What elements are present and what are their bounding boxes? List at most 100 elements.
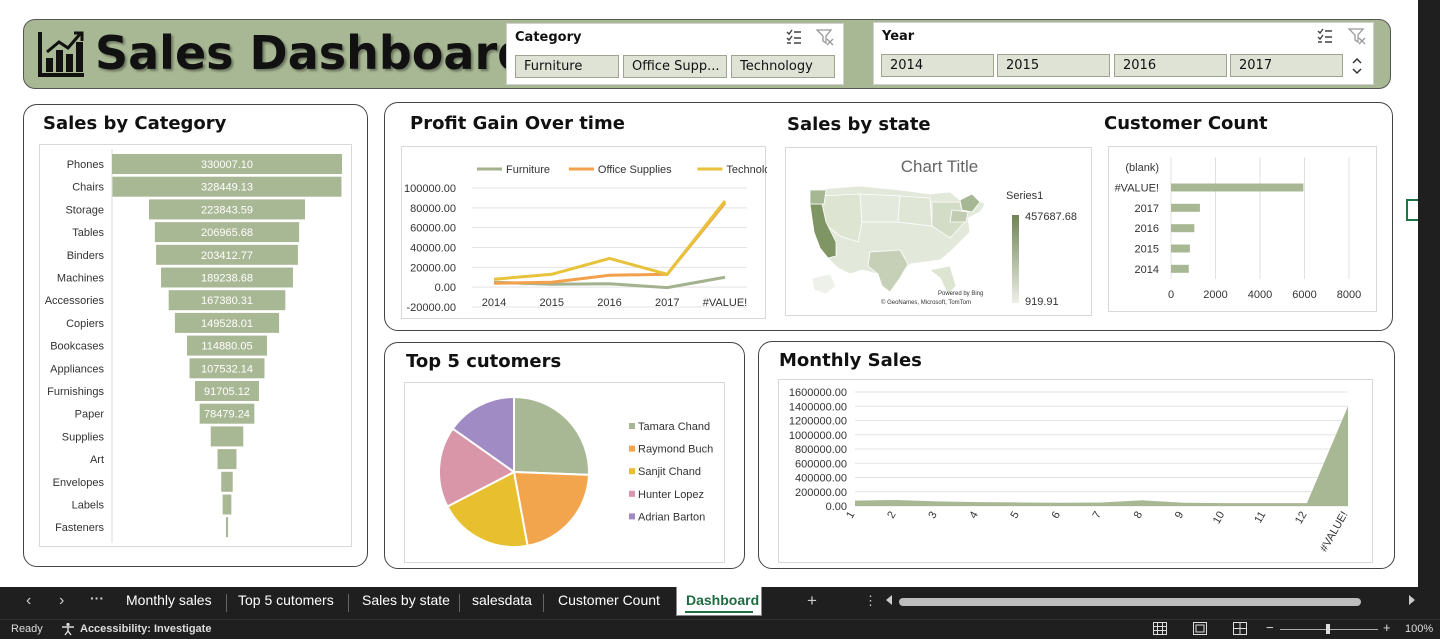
slicer-scroll-icon[interactable] [1350, 55, 1364, 77]
x-tick-label: 12 [1293, 510, 1310, 527]
zoom-in-button[interactable]: + [1383, 620, 1391, 635]
y-tick-label: 60000.00 [410, 223, 456, 235]
window-right-edge [1418, 0, 1440, 588]
top5-title: Top 5 cutomers [406, 351, 562, 372]
customer-count-plot: 0 2000 4000 6000 8000 (blank) #VALUE! 2017 2016 2… [1108, 146, 1377, 312]
category-label: Machines [57, 273, 105, 285]
year-slicer-title: Year [882, 29, 915, 44]
multi-select-icon[interactable] [1316, 27, 1334, 45]
slicer-item-2015[interactable]: 2015 [997, 54, 1110, 77]
page-break-icon[interactable] [1233, 622, 1247, 635]
clear-filter-icon[interactable] [1348, 27, 1366, 45]
hscroll-left-icon[interactable] [886, 595, 892, 605]
legend-label: Raymond Buch [638, 444, 713, 456]
category-label: Copiers [66, 318, 104, 330]
category-label: Accessories [45, 295, 105, 307]
funnel-data-label: 107532.14 [201, 363, 253, 375]
tab-separator [543, 594, 544, 612]
y-tick-label: 1600000.00 [789, 387, 847, 399]
x-tick-label: 7 [1091, 510, 1104, 521]
multi-select-icon[interactable] [785, 28, 803, 46]
category-label: Appliances [50, 363, 104, 375]
legend-label: Hunter Lopez [638, 489, 704, 501]
category-label: Tables [72, 227, 104, 239]
status-accessibility[interactable]: Accessibility: Investigate [80, 623, 211, 635]
category-label: Phones [67, 159, 105, 171]
y-tick-label: -20000.00 [406, 302, 456, 314]
tab-separator [459, 594, 460, 612]
x-tick-label: 11 [1252, 510, 1268, 526]
funnel-data-label: 167380.31 [201, 295, 253, 307]
funnel-data-label: 223843.59 [201, 204, 253, 216]
horizontal-scrollbar[interactable] [899, 598, 1361, 606]
x-tick-label: 6000 [1292, 289, 1316, 301]
category-label: 2014 [1135, 264, 1159, 276]
tab-salesdata[interactable]: salesdata [472, 592, 532, 608]
x-tick-label: 2 [885, 510, 898, 521]
category-slicer-title: Category [515, 30, 582, 45]
zoom-out-button[interactable]: − [1266, 620, 1274, 635]
funnel-data-label: 328449.13 [201, 182, 253, 194]
category-label: Art [90, 454, 104, 466]
tab-dashboard-active[interactable]: Dashboard [676, 587, 762, 616]
funnel-bar [222, 494, 232, 515]
x-tick-label: 0 [1168, 289, 1174, 301]
category-label: Fasteners [55, 522, 104, 534]
tab-separator [226, 594, 227, 612]
slicer-item-furniture[interactable]: Furniture [515, 55, 619, 78]
tab-customer-count[interactable]: Customer Count [558, 592, 660, 608]
zoom-slider-thumb[interactable] [1326, 624, 1330, 634]
hscroll-right-icon[interactable] [1409, 595, 1415, 605]
slicer-item-2014[interactable]: 2014 [881, 54, 994, 77]
zoom-level[interactable]: 100% [1405, 623, 1433, 635]
funnel-data-label: 91705.12 [204, 386, 250, 398]
top5-pie-chart: Tamara Chand Raymond Buch Sanjit Chand Hunt… [438, 395, 713, 548]
count-bar [1171, 224, 1195, 233]
funnel-bar [217, 449, 237, 470]
tab-prev-arrow-icon[interactable]: ‹ [26, 592, 31, 610]
x-tick-label: 8000 [1337, 289, 1361, 301]
category-label: (blank) [1125, 162, 1159, 174]
sales-by-category-plot: Phones 330007.10 Chairs 328449.13 Storage 223… [39, 144, 352, 547]
x-tick-label: 2000 [1203, 289, 1227, 301]
page-layout-icon[interactable] [1193, 622, 1207, 635]
map-credits: © GeoNames, Microsoft, TomTom [881, 300, 971, 306]
slicer-item-2017[interactable]: 2017 [1230, 54, 1343, 77]
normal-view-icon[interactable] [1153, 622, 1167, 635]
sales-by-state-title: Sales by state [787, 114, 931, 135]
map-legend-max: 457687.68 [1025, 211, 1077, 223]
tab-monthly-sales[interactable]: Monthly sales [126, 592, 212, 608]
category-label: #VALUE! [1115, 183, 1159, 195]
map-legend-min: 919.91 [1025, 296, 1059, 308]
slicer-item-office-supplies[interactable]: Office Supp... [623, 55, 727, 78]
x-tick-label: 4000 [1248, 289, 1272, 301]
pie-slice [513, 395, 590, 476]
category-label: Binders [67, 250, 105, 262]
y-tick-label: 80000.00 [410, 203, 456, 215]
category-label: 2015 [1135, 244, 1159, 256]
x-tick-label: #VALUE! [1318, 510, 1351, 554]
y-tick-label: 400000.00 [795, 473, 847, 485]
legend-swatch [629, 445, 635, 452]
tab-top5-customers[interactable]: Top 5 cutomers [238, 592, 334, 608]
cell-selection-indicator[interactable] [1406, 199, 1418, 221]
tab-more-icon[interactable]: ··· [90, 590, 104, 606]
customer-bar-chart: 0 2000 4000 6000 8000 (blank) #VALUE! 2017 2016 2… [1115, 157, 1361, 301]
tab-sales-by-state[interactable]: Sales by state [362, 592, 450, 608]
funnel-data-label: 189238.68 [201, 273, 253, 285]
slicer-item-technology[interactable]: Technology [731, 55, 835, 78]
year-slicer[interactable]: Year 2014 2015 2016 2017 [873, 22, 1374, 85]
slicer-item-2016[interactable]: 2016 [1114, 54, 1227, 77]
legend-label: Furniture [506, 164, 550, 176]
x-tick-label: 3 [926, 510, 939, 521]
map-powered-by: Powered by Bing [938, 291, 984, 297]
clear-filter-icon[interactable] [816, 28, 834, 46]
tab-options-icon[interactable]: ⋮ [864, 593, 877, 609]
accessibility-icon[interactable] [61, 622, 75, 636]
category-label: 2017 [1135, 203, 1159, 215]
tab-next-arrow-icon[interactable]: › [59, 592, 64, 610]
legend-swatch [629, 423, 635, 429]
category-slicer[interactable]: Category Furniture Office Supp... Techno… [506, 23, 844, 85]
x-tick-label: 2017 [655, 297, 679, 309]
add-sheet-icon[interactable]: + [807, 591, 817, 611]
